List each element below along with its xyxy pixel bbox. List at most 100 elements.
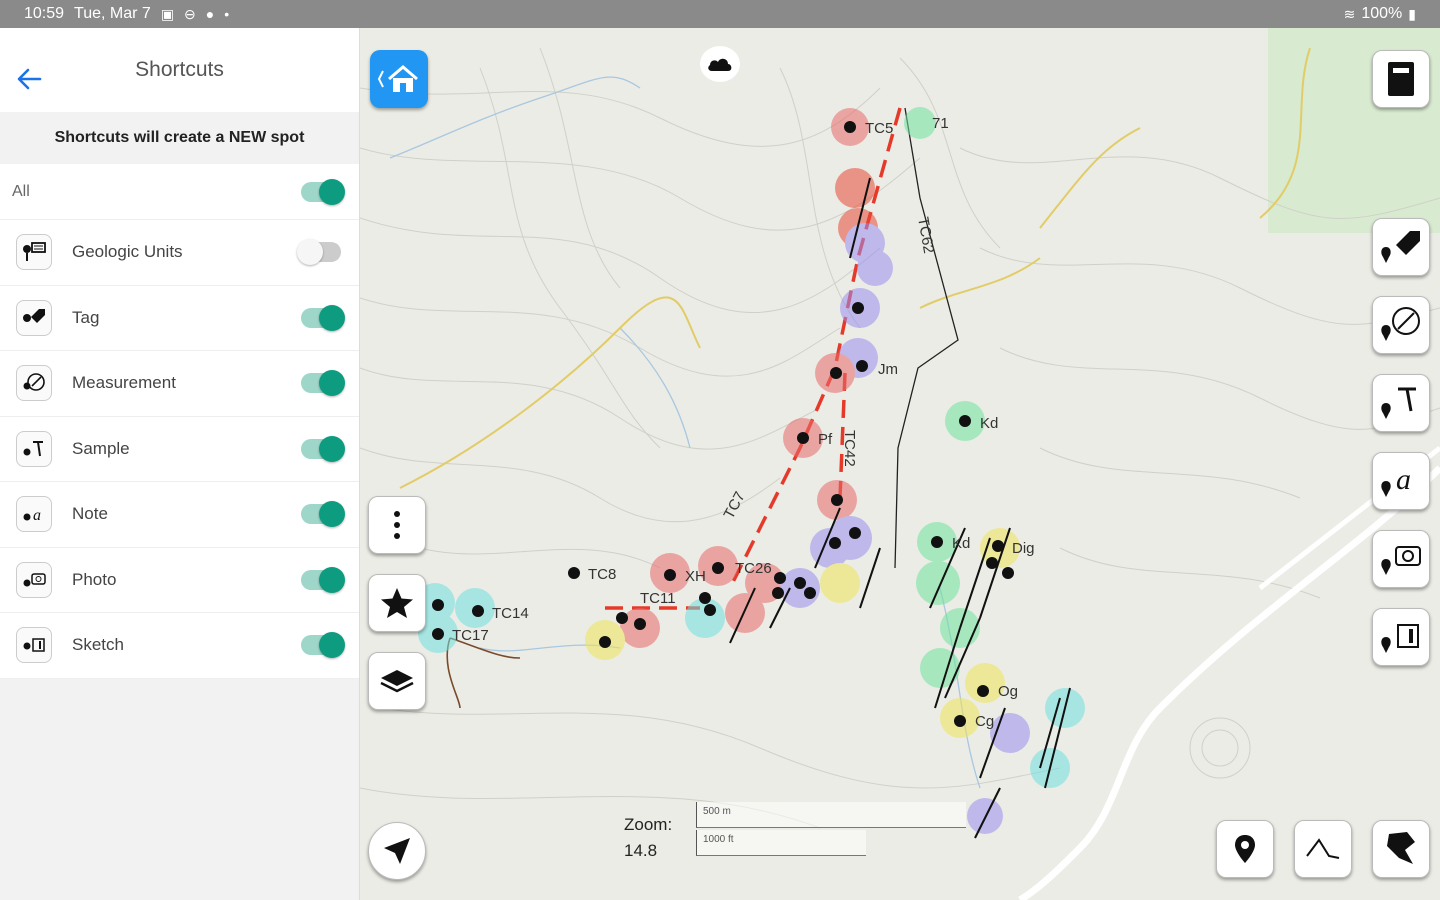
battery-icon: ▮	[1408, 5, 1416, 22]
draw-line-button[interactable]	[1294, 820, 1352, 878]
map-label: TC8	[588, 566, 616, 583]
locate-me-button[interactable]	[368, 822, 426, 880]
gallery-icon: ▣	[160, 5, 175, 22]
zoom-label: Zoom:	[624, 815, 673, 834]
message-icon: ●	[205, 6, 215, 22]
map-label: TC14	[492, 605, 529, 622]
shortcut-row-geologic-units: Geologic Units	[0, 220, 359, 286]
map-label: 71	[932, 115, 949, 132]
wifi-icon: ≋	[1343, 5, 1356, 22]
shortcut-row-all: All	[0, 164, 359, 220]
map-label: Pf	[818, 431, 833, 448]
layers-button[interactable]	[368, 652, 426, 710]
note-icon: a	[16, 496, 52, 533]
more-options-button[interactable]	[368, 496, 426, 554]
line-icon	[1306, 838, 1340, 859]
panel-title: Shortcuts	[135, 58, 224, 81]
map-label: TC5	[865, 120, 893, 137]
shortcut-banner: Shortcuts will create a NEW spot	[0, 112, 359, 164]
back-arrow-icon[interactable]	[14, 64, 44, 94]
shortcuts-panel: Shortcuts Shortcuts will create a NEW sp…	[0, 28, 360, 900]
map-label: Kd	[980, 415, 998, 432]
dot-icon: •	[224, 6, 230, 22]
add-point-button[interactable]	[1216, 820, 1274, 878]
cloud-sync-button[interactable]	[700, 46, 740, 82]
shortcut-row-photo: Photo	[0, 548, 359, 613]
sample-icon	[16, 430, 52, 467]
navigation-arrow-icon	[384, 838, 410, 864]
photo-icon	[16, 561, 52, 598]
favorites-button[interactable]	[368, 574, 426, 632]
polygon-icon	[1387, 832, 1415, 864]
scale-imperial: 1000 ft	[696, 830, 866, 856]
toggle-tag[interactable]	[301, 304, 345, 331]
zoom-value: 14.8	[624, 841, 658, 860]
shortcut-list: All Geologic Units Tag Measurement Sampl…	[0, 164, 359, 679]
toggle-geologic-units[interactable]	[297, 239, 341, 266]
tag-shortcut-button[interactable]	[1372, 218, 1430, 276]
notebook-button[interactable]	[1372, 50, 1430, 108]
measurement-icon	[16, 365, 52, 402]
shortcut-row-measurement: Measurement	[0, 351, 359, 417]
camera-icon	[1381, 546, 1421, 575]
map-canvas: TC5 71 TC62 Kd Pf TC42 TC7 Jm Kd Dig TC8…	[360, 28, 1440, 900]
shortcut-label-tag: Tag	[72, 307, 100, 327]
map-label: TC42	[841, 430, 858, 467]
shortcut-label-sample: Sample	[72, 438, 130, 458]
shortcut-row-sketch: Sketch	[0, 613, 359, 679]
toggle-photo[interactable]	[301, 566, 345, 593]
photo-shortcut-button[interactable]	[1372, 530, 1430, 588]
cloud-icon	[708, 58, 732, 71]
geologic-units-icon	[16, 234, 52, 271]
map-label: Cg	[975, 713, 994, 730]
map-label: TC26	[735, 560, 772, 577]
toggle-sketch[interactable]	[301, 632, 345, 659]
map-label: XH	[685, 568, 706, 585]
status-bar: 10:59 Tue, Mar 7 ▣ ⊖ ● • ≋ 100% ▮	[0, 0, 1440, 28]
map-label: Dig	[1012, 540, 1035, 557]
star-icon	[381, 588, 413, 618]
toggle-measurement[interactable]	[301, 370, 345, 397]
more-vertical-icon	[394, 511, 400, 539]
layers-icon	[380, 670, 414, 693]
sketch-icon	[16, 627, 52, 664]
map-label: TC17	[452, 627, 489, 644]
home-button[interactable]	[370, 50, 428, 108]
shortcut-label-photo: Photo	[72, 569, 117, 589]
sample-icon	[1381, 387, 1416, 419]
toggle-note[interactable]	[301, 501, 345, 528]
shortcut-label-geologic-units: Geologic Units	[72, 242, 183, 262]
measurement-shortcut-button[interactable]	[1372, 296, 1430, 354]
map-label: Jm	[878, 361, 898, 378]
shortcut-label-measurement: Measurement	[72, 373, 176, 393]
tag-icon	[1381, 231, 1420, 263]
status-time: 10:59	[24, 5, 65, 22]
shortcut-row-sample: Sample	[0, 417, 359, 482]
status-date: Tue, Mar 7	[74, 5, 151, 22]
shortcut-label-all: All	[12, 182, 30, 200]
draw-polygon-button[interactable]	[1372, 820, 1430, 878]
sketch-icon	[1381, 624, 1419, 653]
sample-shortcut-button[interactable]	[1372, 374, 1430, 432]
scale-metric: 500 m	[696, 802, 966, 828]
toggle-sample[interactable]	[301, 435, 345, 462]
map-view[interactable]: TC5 71 TC62 Kd Pf TC42 TC7 Jm Kd Dig TC8…	[360, 28, 1440, 900]
shortcut-row-tag: Tag	[0, 286, 359, 351]
toggle-all[interactable]	[301, 178, 345, 205]
battery-text: 100%	[1361, 5, 1403, 22]
svg-text:a: a	[33, 507, 41, 524]
map-label: Og	[998, 683, 1018, 700]
dnd-icon: ⊖	[184, 5, 196, 22]
shortcut-row-note: a Note	[0, 482, 359, 548]
shortcut-label-note: Note	[72, 504, 108, 524]
sketch-shortcut-button[interactable]	[1372, 608, 1430, 666]
tag-icon	[16, 299, 52, 336]
shortcut-label-sketch: Sketch	[72, 635, 124, 655]
note-icon: a	[1381, 463, 1411, 497]
notebook-icon	[1388, 62, 1414, 96]
map-pin-icon	[1235, 835, 1255, 863]
note-shortcut-button[interactable]: a	[1372, 452, 1430, 510]
scale-bar: 500 m 1000 ft	[696, 800, 966, 860]
home-icon	[377, 65, 418, 92]
svg-text:a: a	[1396, 463, 1411, 496]
